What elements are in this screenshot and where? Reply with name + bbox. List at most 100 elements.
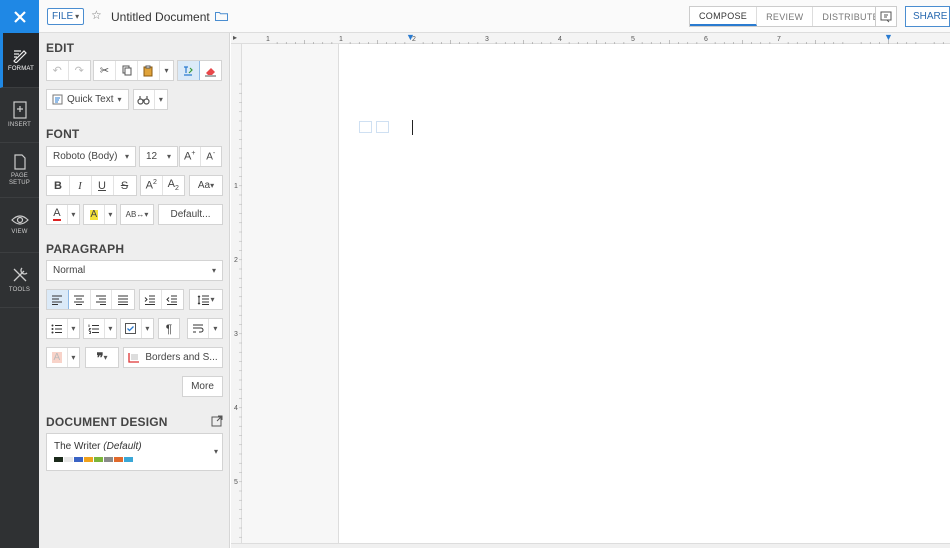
paste-options-dropdown[interactable]: ▾ — [160, 61, 173, 80]
chevron-down-icon: ▾ — [117, 95, 122, 104]
page-setup-icon — [13, 153, 26, 170]
open-design-button[interactable] — [211, 415, 223, 430]
strikethrough-button[interactable]: S — [114, 176, 136, 195]
tab-review[interactable]: REVIEW — [757, 7, 814, 26]
clear-format-button[interactable] — [200, 61, 221, 80]
ruler-number: 2 — [234, 257, 238, 264]
decrease-indent-button[interactable] — [162, 290, 183, 309]
character-spacing-icon: AB↔ — [125, 210, 145, 219]
grow-font-button[interactable]: A+ — [180, 147, 201, 166]
align-right-button[interactable] — [91, 290, 113, 309]
checkbox-icon — [125, 323, 137, 334]
left-nav: FORMAT INSERT PAGE SETUP VIEW TOOLS — [0, 33, 39, 548]
ruler-number: 4 — [234, 405, 238, 412]
show-formatting-button[interactable]: ¶ — [158, 318, 180, 339]
cut-button[interactable]: ✂ — [94, 61, 116, 80]
paragraph-style-select[interactable]: Normal ▾ — [46, 260, 223, 281]
more-button[interactable]: More — [182, 376, 223, 397]
quick-text-dropdown[interactable]: Quick Text ▾ — [46, 89, 129, 110]
quote-dropdown[interactable]: ❞ ▾ — [85, 347, 119, 368]
horizontal-ruler[interactable]: ▸ 11234567 ▼ ▼ — [231, 32, 950, 44]
highlight-group: A ▾ — [83, 204, 117, 225]
paste-icon — [143, 65, 153, 76]
ruler-number: 5 — [631, 36, 635, 43]
document-design-selector[interactable]: The Writer (Default) ▾ — [46, 433, 223, 471]
design-name: The Writer (Default) — [54, 441, 142, 452]
find-options-dropdown[interactable]: ▾ — [155, 90, 167, 109]
chevron-down-icon: ▾ — [75, 12, 80, 21]
default-font-button[interactable]: Default... — [158, 204, 223, 225]
shading-button[interactable]: A — [47, 348, 68, 367]
justify-button[interactable] — [112, 290, 134, 309]
font-color-button[interactable]: A — [47, 205, 68, 224]
numbered-list-dropdown[interactable]: ▾ — [105, 319, 116, 338]
font-size-select[interactable]: 12 ▾ — [139, 146, 178, 167]
chevron-down-icon: ▾ — [71, 324, 76, 333]
font-color-dropdown[interactable]: ▾ — [68, 205, 79, 224]
left-indent-marker[interactable]: ▼ — [406, 32, 415, 42]
checklist-dropdown[interactable]: ▾ — [142, 319, 153, 338]
redo-button[interactable]: ↷ — [69, 61, 90, 80]
color-swatch — [84, 457, 93, 462]
paragraph-handle-icon[interactable] — [359, 121, 372, 133]
tab-compose[interactable]: COMPOSE — [690, 7, 758, 26]
text-wrap-button[interactable] — [188, 319, 209, 338]
format-painter-button[interactable] — [178, 61, 200, 80]
nav-format[interactable]: FORMAT — [0, 33, 39, 88]
font-section-title: FONT — [46, 127, 80, 141]
numbered-list-button[interactable] — [84, 319, 105, 338]
subscript-button[interactable]: A2 — [163, 176, 184, 195]
folder-icon[interactable] — [215, 11, 228, 24]
nav-insert[interactable]: INSERT — [0, 88, 39, 143]
find-replace-button[interactable] — [134, 90, 155, 109]
italic-button[interactable]: I — [70, 176, 92, 195]
file-menu-label: FILE — [52, 11, 74, 22]
highlight-dropdown[interactable]: ▾ — [105, 205, 116, 224]
nav-page-setup[interactable]: PAGE SETUP — [0, 143, 39, 198]
superscript-button[interactable]: A2 — [141, 176, 163, 195]
text-wrap-dropdown[interactable]: ▾ — [209, 319, 222, 338]
line-spacing-dropdown[interactable]: ▾ — [189, 289, 223, 310]
align-left-button[interactable] — [47, 290, 69, 309]
underline-icon: U — [98, 179, 106, 192]
nav-tools-label: TOOLS — [8, 287, 31, 293]
bullet-list-button[interactable] — [47, 319, 68, 338]
font-family-select[interactable]: Roboto (Body) ▾ — [46, 146, 136, 167]
character-spacing-dropdown[interactable]: AB↔ ▾ — [120, 204, 154, 225]
align-center-button[interactable] — [69, 290, 91, 309]
scissors-icon: ✂ — [99, 65, 110, 77]
chevron-down-icon: ▾ — [213, 324, 218, 333]
present-button[interactable] — [875, 6, 897, 27]
insert-icon — [12, 101, 27, 119]
close-button[interactable] — [0, 0, 39, 33]
copy-button[interactable] — [116, 61, 138, 80]
checklist-group: ▾ — [120, 318, 154, 339]
increase-indent-button[interactable] — [140, 290, 162, 309]
paste-button[interactable] — [138, 61, 160, 80]
bold-button[interactable]: B — [48, 176, 70, 195]
highlight-button[interactable]: A — [84, 205, 105, 224]
borders-shading-button[interactable]: Borders and S... — [123, 347, 223, 368]
shading-icon: A — [51, 352, 63, 363]
star-icon[interactable]: ☆ — [91, 8, 102, 22]
quick-text-button[interactable]: Quick Text ▾ — [47, 90, 128, 109]
text-style-group: B I U S — [46, 175, 137, 196]
paragraph-settings-icon[interactable] — [376, 121, 389, 133]
file-menu-button[interactable]: FILE ▾ — [47, 8, 85, 25]
share-button[interactable]: SHARE — [905, 6, 950, 27]
underline-button[interactable]: U — [92, 176, 114, 195]
nav-tools[interactable]: TOOLS — [0, 253, 39, 308]
shading-dropdown[interactable]: ▾ — [68, 348, 79, 367]
document-title[interactable]: Untitled Document — [111, 10, 210, 24]
mode-tabs: COMPOSE REVIEW DISTRIBUTE — [689, 6, 889, 27]
checklist-button[interactable] — [121, 319, 142, 338]
text-cursor — [412, 120, 413, 135]
format-painter-icon — [184, 65, 194, 76]
right-indent-marker[interactable]: ▼ — [884, 32, 893, 42]
shrink-font-button[interactable]: A- — [201, 147, 221, 166]
change-case-dropdown[interactable]: Aa ▾ — [189, 175, 223, 196]
document-page[interactable] — [338, 44, 950, 548]
bullet-list-dropdown[interactable]: ▾ — [68, 319, 79, 338]
nav-view[interactable]: VIEW — [0, 198, 39, 253]
undo-button[interactable]: ↶ — [47, 61, 69, 80]
